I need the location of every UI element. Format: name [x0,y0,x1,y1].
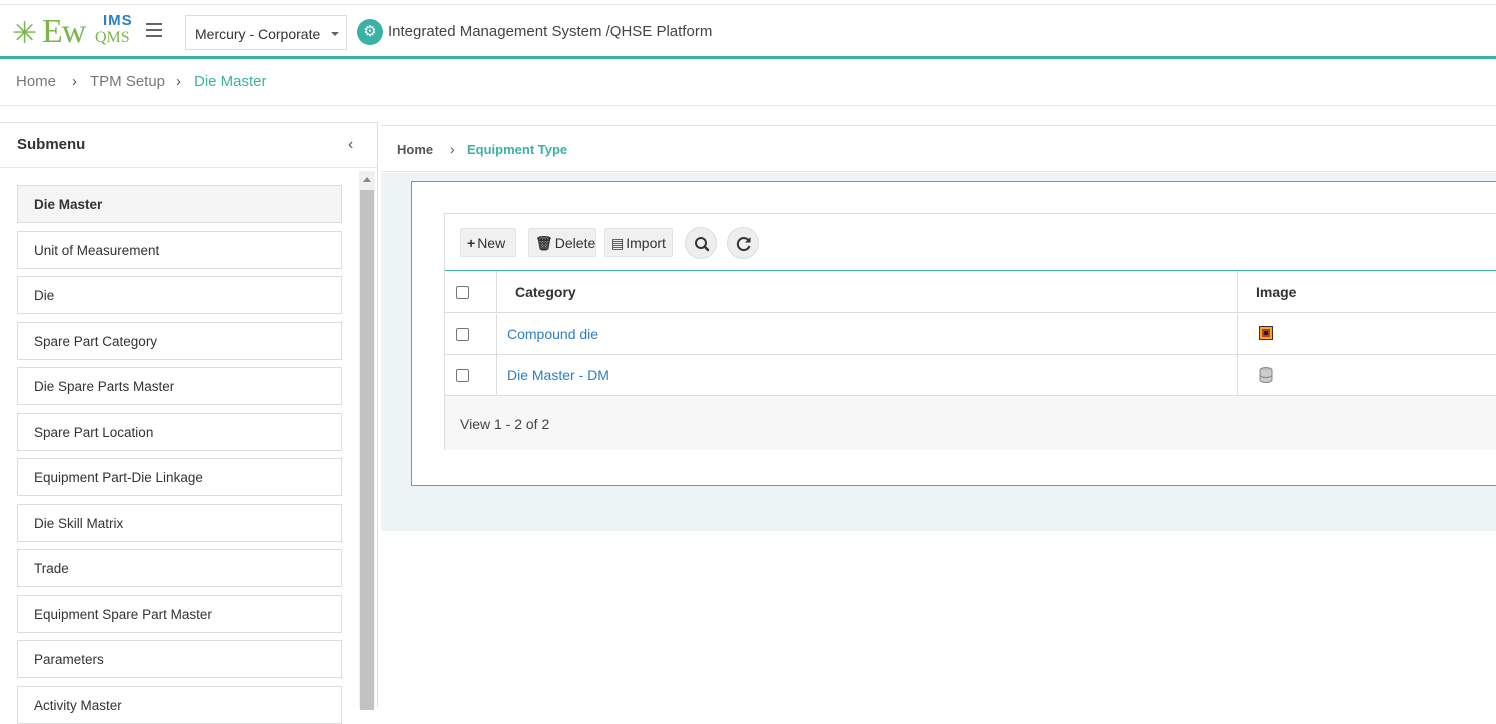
platform-title: Integrated Management System /QHSE Platf… [388,23,713,40]
column-header-category[interactable]: Category [515,284,576,300]
submenu-panel: Submenu ‹ Die Master Unit of Measurement… [0,122,378,724]
plus-icon: + [467,235,476,251]
column-divider [496,314,497,354]
category-link[interactable]: Compound die [507,326,598,342]
grid-panel: + New 🗑 Delete ▤ Import Category Image C… [411,181,1496,486]
submenu-item-activity-master[interactable]: Activity Master [17,686,342,724]
row-checkbox[interactable] [456,369,469,382]
submenu-title: Submenu [17,136,86,153]
column-header-image[interactable]: Image [1256,284,1296,300]
submenu-item-spare-part-location[interactable]: Spare Part Location [17,413,342,451]
new-button[interactable]: + New [460,228,516,257]
pagination-info: View 1 - 2 of 2 [460,416,550,432]
submenu-item-die-master[interactable]: Die Master [17,185,342,223]
delete-button[interactable]: 🗑 Delete [528,228,596,257]
submenu-item-equipment-spare-part-master[interactable]: Equipment Spare Part Master [17,595,342,633]
grid-header-row: Category Image [445,271,1496,313]
scroll-up-arrow-icon[interactable] [363,177,371,182]
database-icon[interactable] [1259,367,1273,383]
grid-footer: View 1 - 2 of 2 [445,396,1496,450]
submenu-item-die[interactable]: Die [17,276,342,314]
gear-icon: ⚙ [357,19,383,45]
logo-text-qms: QMS [95,29,130,46]
main-content: Home › Equipment Type + New 🗑 Delete ▤ Impo… [381,125,1496,707]
top-bar: ✳ Ew IMS QMS Mercury - Corporate ⚙ Integ… [0,4,1496,59]
category-link[interactable]: Die Master - DM [507,367,609,383]
column-divider [1237,314,1238,354]
content-breadcrumb-equipment-type: Equipment Type [467,142,568,157]
submenu-item-parameters[interactable]: Parameters [17,640,342,678]
import-button-label: Import [626,235,666,251]
submenu-item-die-spare-parts-master[interactable]: Die Spare Parts Master [17,367,342,405]
logo-text-ew: Ew [42,13,86,50]
data-grid: + New 🗑 Delete ▤ Import Category Image C… [444,213,1496,450]
submenu-item-equipment-part-die-linkage[interactable]: Equipment Part-Die Linkage [17,458,342,496]
sun-icon: ✳ [12,17,38,50]
submenu-item-die-skill-matrix[interactable]: Die Skill Matrix [17,504,342,542]
column-divider [1237,271,1238,312]
breadcrumb-die-master: Die Master [194,73,267,90]
breadcrumb: Home › TPM Setup › Die Master [0,60,1496,106]
content-breadcrumb: Home › Equipment Type [381,126,1496,172]
content-breadcrumb-home[interactable]: Home [397,142,433,157]
refresh-icon [736,237,751,252]
submenu-scrollbar[interactable] [359,171,375,710]
grid-toolbar: + New 🗑 Delete ▤ Import [445,214,1496,271]
refresh-button[interactable] [727,227,759,259]
breadcrumb-tpm-setup[interactable]: TPM Setup [90,73,165,90]
select-all-checkbox[interactable] [456,286,469,299]
table-row: Compound die [445,314,1496,355]
chevron-right-icon: › [450,141,455,157]
chevron-right-icon: › [72,73,77,90]
organization-select-value: Mercury - Corporate [195,26,321,42]
search-icon [695,237,710,252]
delete-button-label: Delete [554,235,596,251]
image-thumbnail-icon[interactable] [1259,326,1273,340]
submenu-item-spare-part-category[interactable]: Spare Part Category [17,322,342,360]
hamburger-menu-icon[interactable] [146,23,162,37]
app-logo[interactable]: ✳ Ew IMS QMS [10,11,133,53]
chevron-right-icon: › [176,73,181,90]
table-row: Die Master - DM [445,355,1496,396]
trash-icon: 🗑 [535,235,553,251]
chevron-left-icon[interactable]: ‹ [348,136,353,154]
excel-file-icon: ▤ [611,235,625,251]
import-button[interactable]: ▤ Import [604,228,673,257]
new-button-label: New [477,235,506,251]
column-divider [1237,355,1238,395]
search-button[interactable] [685,227,717,259]
submenu-item-trade[interactable]: Trade [17,549,342,587]
submenu-item-unit-of-measurement[interactable]: Unit of Measurement [17,231,342,269]
scrollbar-thumb[interactable] [360,190,374,710]
logo-text-ims: IMS [103,12,133,29]
submenu-header: Submenu ‹ [0,123,378,168]
organization-select[interactable]: Mercury - Corporate [185,15,347,50]
caret-down-icon [331,32,339,36]
column-divider [496,355,497,395]
breadcrumb-home[interactable]: Home [16,73,56,90]
column-divider [496,271,497,312]
row-checkbox[interactable] [456,328,469,341]
